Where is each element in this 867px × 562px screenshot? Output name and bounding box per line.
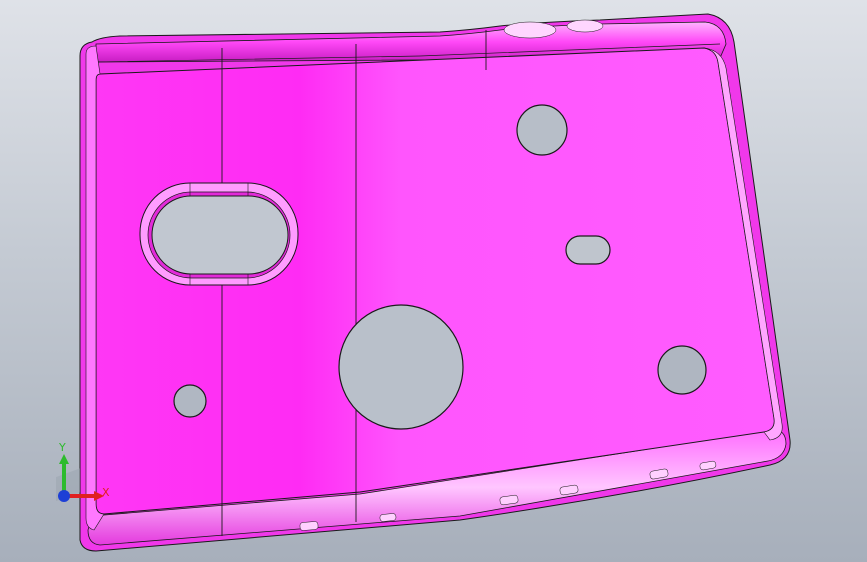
reference-triad: Y X	[48, 440, 118, 510]
graphics-viewport[interactable]: Y X	[0, 0, 867, 562]
part-model[interactable]	[0, 0, 867, 562]
hole-bottom-right[interactable]	[657, 345, 707, 395]
slot-small[interactable]	[565, 235, 611, 265]
slot-large[interactable]	[139, 182, 299, 286]
triad-y-label: Y	[59, 441, 66, 454]
hole-top-right[interactable]	[516, 104, 568, 156]
hole-center-large[interactable]	[338, 304, 464, 430]
triad-x-label: X	[102, 486, 110, 499]
hole-bottom-left[interactable]	[173, 384, 207, 418]
